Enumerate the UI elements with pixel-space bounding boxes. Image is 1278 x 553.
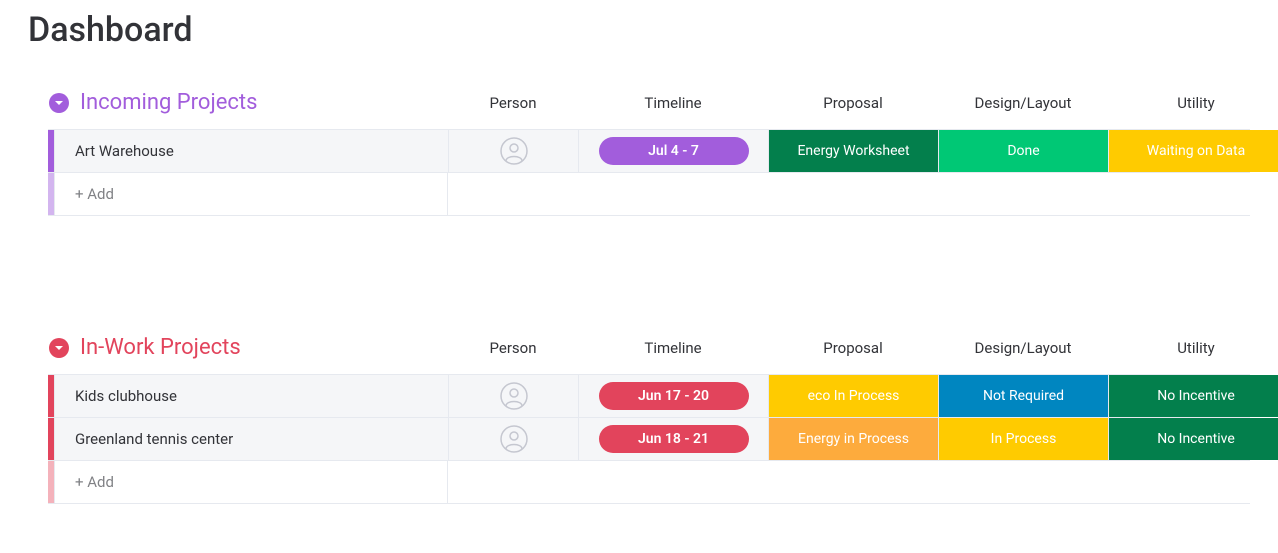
group-header-incoming: Incoming Projects PersonTimelineProposalD… [48, 90, 1250, 115]
person-avatar-icon [500, 425, 528, 453]
status-design-cell[interactable]: Not Required [938, 375, 1108, 417]
row-name-cell[interactable]: Kids clubhouse [54, 375, 448, 417]
table-row: Art Warehouse Jul 4 - 7 Energy WorksheetD… [48, 129, 1250, 173]
group-inwork: In-Work Projects PersonTimelineProposalDe… [48, 335, 1250, 504]
row-name-cell[interactable]: Art Warehouse [54, 130, 448, 172]
add-item-label: + Add [75, 185, 114, 203]
column-header-timeline[interactable]: Timeline [578, 339, 768, 357]
status-proposal-cell[interactable]: eco In Process [768, 375, 938, 417]
person-cell[interactable] [448, 130, 578, 172]
row-name-cell[interactable]: Greenland tennis center [54, 418, 448, 460]
collapse-toggle[interactable] [48, 92, 70, 114]
group-title[interactable]: In-Work Projects [80, 335, 241, 360]
timeline-cell[interactable]: Jun 18 - 21 [578, 418, 768, 460]
column-header-person[interactable]: Person [448, 94, 578, 112]
person-cell[interactable] [448, 375, 578, 417]
add-row[interactable]: + Add [48, 172, 1250, 216]
status-design-cell[interactable]: In Process [938, 418, 1108, 460]
status-proposal-cell[interactable]: Energy Worksheet [768, 130, 938, 172]
timeline-pill: Jun 18 - 21 [599, 425, 749, 453]
status-utility-cell[interactable]: No Incentive [1108, 418, 1278, 460]
timeline-pill: Jun 17 - 20 [599, 382, 749, 410]
table-row: Kids clubhouse Jun 17 - 20 eco In Process… [48, 374, 1250, 418]
add-item-label: + Add [75, 473, 114, 491]
column-header-utility[interactable]: Utility [1108, 94, 1278, 112]
add-row[interactable]: + Add [48, 460, 1250, 504]
status-utility-cell[interactable]: No Incentive [1108, 375, 1278, 417]
timeline-cell[interactable]: Jun 17 - 20 [578, 375, 768, 417]
collapse-toggle[interactable] [48, 337, 70, 359]
add-item-button[interactable]: + Add [54, 173, 448, 215]
column-header-person[interactable]: Person [448, 339, 578, 357]
person-cell[interactable] [448, 418, 578, 460]
column-header-design[interactable]: Design/Layout [938, 339, 1108, 357]
person-avatar-icon [500, 137, 528, 165]
timeline-cell[interactable]: Jul 4 - 7 [578, 130, 768, 172]
table-row: Greenland tennis center Jun 18 - 21 Energ… [48, 417, 1250, 461]
column-header-proposal[interactable]: Proposal [768, 94, 938, 112]
add-item-button[interactable]: + Add [54, 461, 448, 503]
page-title: Dashboard [28, 10, 1250, 50]
status-utility-cell[interactable]: Waiting on Data [1108, 130, 1278, 172]
column-header-timeline[interactable]: Timeline [578, 94, 768, 112]
group-incoming: Incoming Projects PersonTimelineProposalD… [48, 90, 1250, 216]
status-proposal-cell[interactable]: Energy in Process [768, 418, 938, 460]
status-design-cell[interactable]: Done [938, 130, 1108, 172]
column-header-design[interactable]: Design/Layout [938, 94, 1108, 112]
timeline-pill: Jul 4 - 7 [599, 137, 749, 165]
person-avatar-icon [500, 382, 528, 410]
column-header-utility[interactable]: Utility [1108, 339, 1278, 357]
column-header-proposal[interactable]: Proposal [768, 339, 938, 357]
group-header-inwork: In-Work Projects PersonTimelineProposalDe… [48, 335, 1250, 360]
group-title[interactable]: Incoming Projects [80, 90, 257, 115]
